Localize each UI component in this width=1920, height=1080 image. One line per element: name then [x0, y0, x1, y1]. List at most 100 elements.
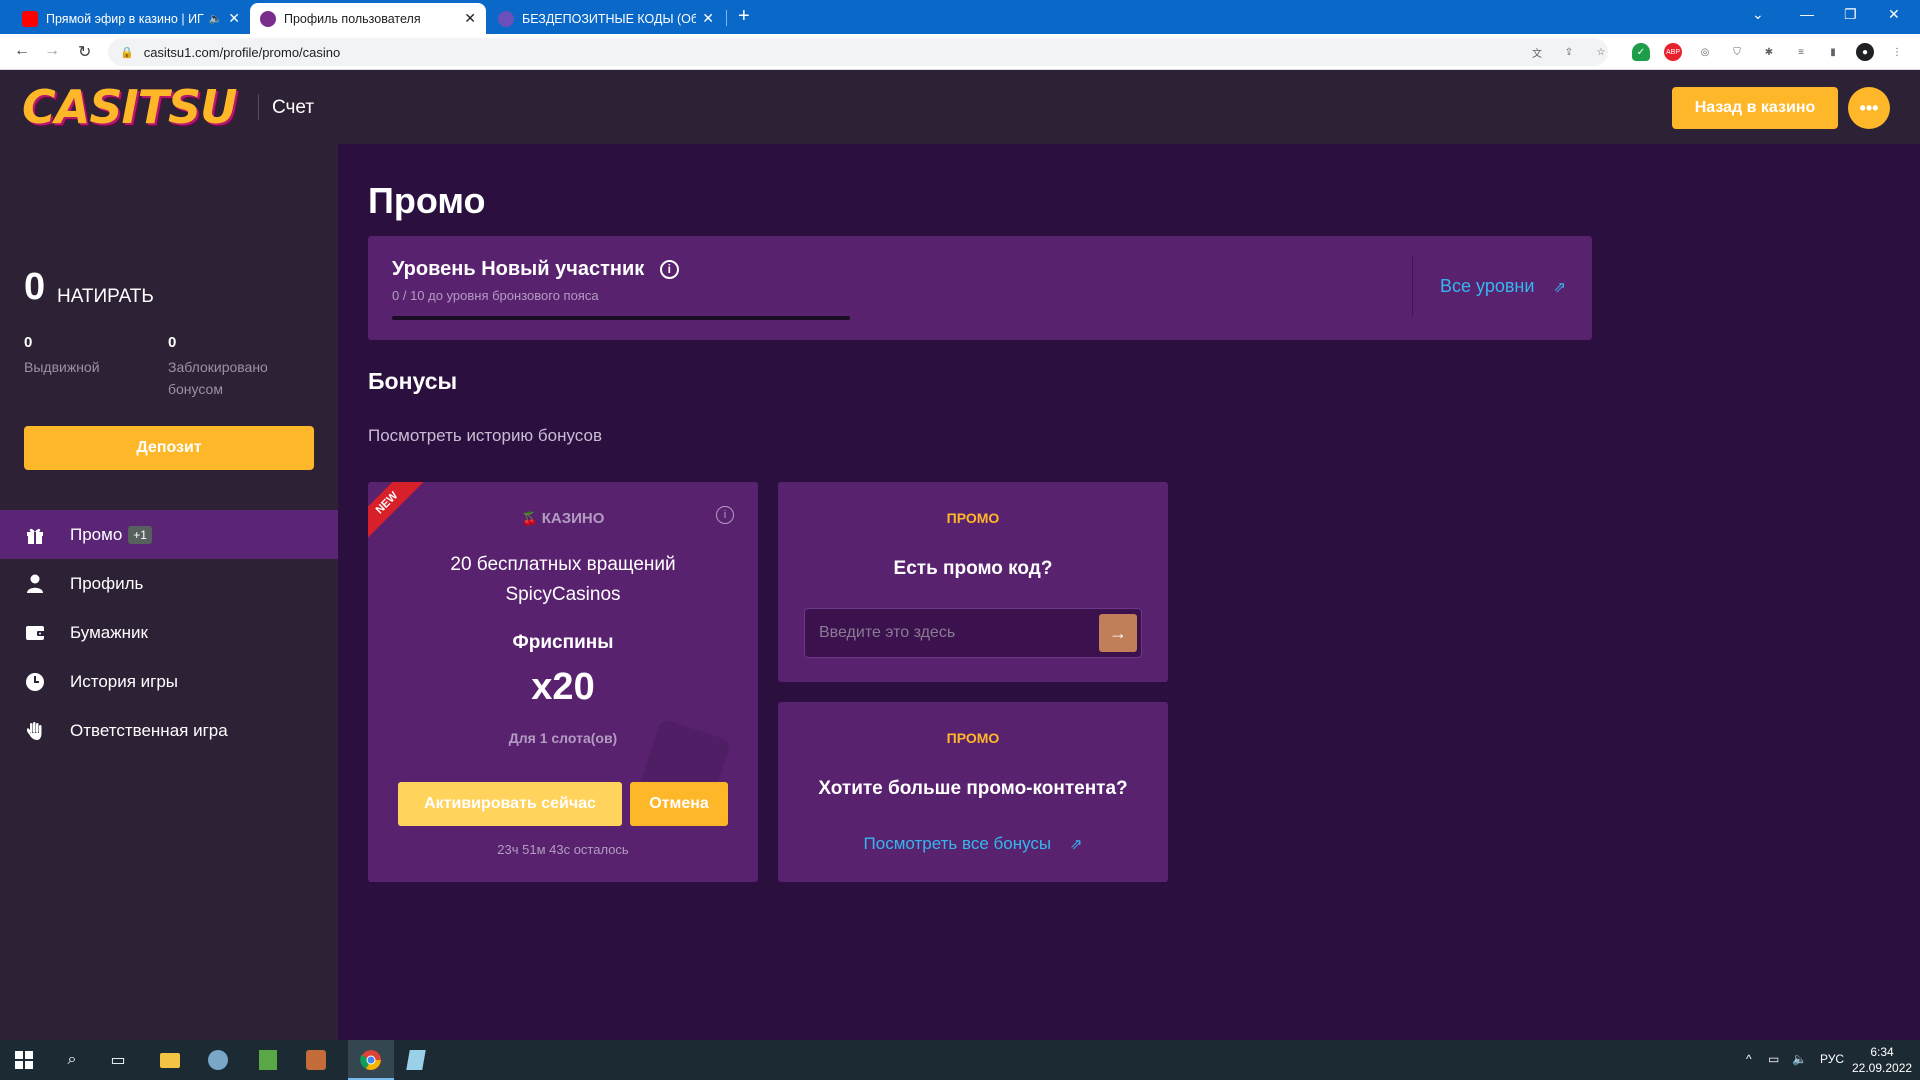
view-all-bonuses-link[interactable]: Посмотреть все бонусы ⇗: [778, 834, 1168, 854]
submit-promo-button[interactable]: →: [1099, 614, 1137, 652]
bonus-multiplier: x20: [531, 666, 595, 708]
forward-arrow-icon[interactable]: →: [44, 42, 60, 60]
browser-menu-icon[interactable]: ⋮: [1888, 43, 1906, 61]
lock-icon: 🔒: [120, 46, 134, 59]
speaker-icon[interactable]: 🔈: [209, 12, 223, 25]
promo-code-question: Есть промо код?: [893, 558, 1053, 579]
youtube-favicon-icon: [22, 10, 38, 27]
casitsu-logo[interactable]: CASITSU: [22, 80, 237, 134]
bonus-card: NEW 🍒 КАЗИНО i 20 бесплатных вращений Spi…: [368, 482, 758, 882]
url-field[interactable]: 🔒 casitsu1.com/profile/promo/casino: [108, 38, 1608, 66]
game-app-icon[interactable]: [304, 1048, 328, 1072]
close-tab-icon[interactable]: ✕: [228, 10, 240, 27]
language-indicator[interactable]: РУС: [1820, 1052, 1844, 1066]
close-tab-icon[interactable]: ✕: [464, 10, 476, 27]
sidebar-item-label: Ответственная игра: [70, 720, 228, 740]
more-promo-question: Хотите больше промо-контента?: [818, 778, 1128, 799]
bonuses-heading: Бонусы: [368, 368, 458, 394]
reload-icon[interactable]: ↻: [78, 42, 91, 62]
back-arrow-icon[interactable]: ←: [14, 42, 30, 60]
search-icon[interactable]: ⌕: [60, 1048, 84, 1072]
windows-start-icon[interactable]: [12, 1048, 36, 1072]
info-icon[interactable]: i: [659, 259, 679, 279]
balance-currency: НАТИРАТЬ: [57, 286, 154, 307]
page-title: Промо: [368, 180, 486, 221]
level-divider: [1412, 256, 1413, 316]
spreadsheet-app-icon[interactable]: [256, 1048, 280, 1072]
translate-icon[interactable]: 文: [1528, 43, 1546, 61]
cancel-bonus-button[interactable]: Отмена: [630, 782, 728, 826]
app-header: CASITSU Счет Назад в казино •••: [0, 70, 1920, 144]
tab-search-icon[interactable]: ⌄: [1752, 6, 1764, 23]
restore-icon[interactable]: ❐: [1844, 6, 1857, 23]
cherry-icon: 🍒: [521, 511, 538, 526]
all-levels-link[interactable]: Все уровни ⇗: [1440, 276, 1566, 297]
all-levels-label: Все уровни: [1440, 276, 1535, 296]
promo-count-badge: +1: [128, 525, 152, 544]
tab-title: Прямой эфир в казино | ИГ: [46, 11, 204, 26]
globe-extension-icon[interactable]: ◎: [1696, 43, 1714, 61]
minimize-icon[interactable]: —: [1800, 6, 1814, 22]
sidebar-item-game-history[interactable]: История игры: [0, 657, 338, 706]
notes-app-icon[interactable]: [404, 1048, 428, 1072]
windows-taskbar: ⌕ ▭ ^ ▭ 🔈 РУС 6:34 22.09.2022: [0, 1040, 1920, 1080]
adblock-extension-icon[interactable]: ABP: [1664, 43, 1682, 61]
clock-time: 6:34: [1870, 1045, 1894, 1059]
level-title-text: Уровень Новый участник: [392, 258, 645, 280]
privacy-extension-icon[interactable]: ⛉: [1728, 43, 1746, 61]
bonus-title-line1: 20 бесплатных вращений: [450, 554, 676, 575]
wallet-icon: [24, 622, 46, 644]
activate-now-button[interactable]: Активировать сейчас: [398, 782, 622, 826]
promo-code-input[interactable]: [805, 609, 1095, 657]
browser-tab-codes[interactable]: БЕЗДЕПОЗИТНЫЕ КОДЫ (Обно ✕: [488, 3, 724, 34]
taskbar-clock[interactable]: 6:34 22.09.2022: [1852, 1044, 1912, 1076]
sidebar-item-profile[interactable]: Профиль: [0, 559, 338, 608]
side-panel-icon[interactable]: ▮: [1824, 43, 1842, 61]
info-icon[interactable]: i: [716, 506, 734, 524]
app-icon[interactable]: [206, 1048, 230, 1072]
tray-chevron-icon[interactable]: ^: [1746, 1052, 1752, 1066]
close-window-icon[interactable]: ✕: [1888, 6, 1900, 23]
main-content: Промо Уровень Новый участник i 0 / 10 до…: [338, 144, 1920, 1040]
promo-tag: ПРОМО: [946, 730, 1000, 746]
locked-label: Заблокировано бонусом: [168, 359, 268, 397]
share-icon[interactable]: ⇪: [1560, 43, 1578, 61]
more-dots-icon[interactable]: •••: [1848, 87, 1890, 129]
sidebar-item-wallet[interactable]: Бумажник: [0, 608, 338, 657]
profile-avatar-icon[interactable]: ●: [1856, 43, 1874, 61]
url-text: casitsu1.com/profile/promo/casino: [143, 44, 341, 60]
bonus-title: 20 бесплатных вращений SpicyCasinos: [368, 550, 758, 610]
clock-date: 22.09.2022: [1852, 1061, 1913, 1075]
network-icon[interactable]: ▭: [1768, 1052, 1779, 1066]
shield-extension-icon[interactable]: ✓: [1632, 43, 1650, 61]
close-tab-icon[interactable]: ✕: [702, 10, 714, 27]
withdrawable-amount: 0: [24, 334, 33, 351]
browser-tab-profile[interactable]: Профиль пользователя ✕: [250, 3, 486, 34]
clock-icon: [24, 671, 46, 693]
sidebar-item-responsible-gaming[interactable]: Ответственная игра: [0, 706, 338, 755]
puzzle-extensions-icon[interactable]: ✱: [1760, 43, 1778, 61]
promo-code-card: ПРОМО Есть промо код? →: [778, 482, 1168, 682]
tab-separator: [726, 10, 727, 26]
browser-tab-youtube[interactable]: Прямой эфир в казино | ИГ 🔈 ✕: [12, 3, 250, 34]
withdrawable-label: Выдвижной: [24, 359, 100, 375]
bonus-type: Фриспины: [512, 632, 614, 653]
reading-list-icon[interactable]: ≡: [1792, 43, 1810, 61]
task-view-icon[interactable]: ▭: [106, 1048, 130, 1072]
bonus-title-line2: SpicyCasinos: [505, 584, 621, 605]
locked-amount: 0: [168, 334, 177, 351]
back-to-casino-button[interactable]: Назад в казино: [1672, 87, 1838, 129]
chrome-icon[interactable]: [359, 1048, 383, 1072]
bonus-category-label: КАЗИНО: [541, 510, 605, 527]
more-promo-card: ПРОМО Хотите больше промо-контента? Посм…: [778, 702, 1168, 882]
promo-code-field: →: [804, 608, 1142, 658]
site-favicon-icon: [498, 10, 514, 27]
deposit-button[interactable]: Депозит: [24, 426, 314, 470]
file-explorer-icon[interactable]: [158, 1048, 182, 1072]
browser-tab-bar: Прямой эфир в казино | ИГ 🔈 ✕ Профиль по…: [0, 0, 1920, 34]
sidebar-item-promo[interactable]: Промо +1: [0, 510, 338, 559]
new-tab-icon[interactable]: +: [738, 5, 750, 28]
volume-icon[interactable]: 🔈: [1792, 1052, 1807, 1066]
bookmark-star-icon[interactable]: ☆: [1592, 43, 1610, 61]
bonus-history-link[interactable]: Посмотреть историю бонусов: [368, 426, 602, 446]
